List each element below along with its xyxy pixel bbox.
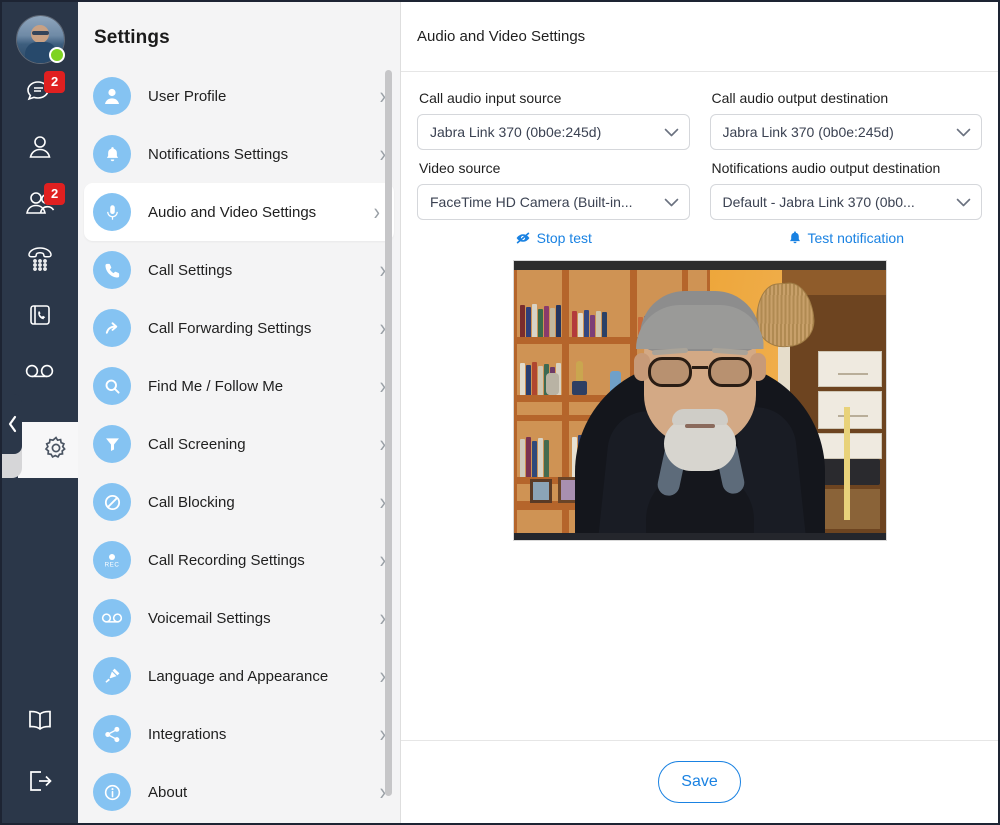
chevron-down-icon	[956, 124, 971, 140]
funnel-icon	[93, 425, 131, 463]
help-book-icon	[24, 708, 56, 734]
rail-item-groups[interactable]: 2	[2, 175, 78, 231]
camera-preview	[513, 260, 887, 541]
phone-icon	[93, 251, 131, 289]
rail-item-dialpad[interactable]	[2, 231, 78, 287]
primary-nav-rail: 2 2	[2, 2, 78, 823]
sidebar-item-audio-and-video-settings[interactable]: Audio and Video Settings ›	[84, 183, 394, 241]
stop-test-button[interactable]: Stop test	[417, 230, 690, 246]
groups-badge: 2	[44, 183, 65, 205]
sidebar-item-label: Voicemail Settings	[148, 610, 380, 627]
status-online-dot	[49, 47, 65, 63]
rail-item-voicemail[interactable]	[2, 343, 78, 399]
settings-form: Call audio input source Jabra Link 370 (…	[401, 72, 998, 740]
sidebar-item-label: Find Me / Follow Me	[148, 378, 380, 395]
form-footer: Save	[401, 740, 998, 823]
voicemail-icon	[24, 362, 56, 380]
sidebar-item-label: Integrations	[148, 726, 380, 743]
messages-badge: 2	[44, 71, 65, 93]
test-notification-button[interactable]: Test notification	[710, 230, 983, 246]
sidebar-item-about[interactable]: About ›	[78, 763, 400, 821]
svg-text:REC: REC	[105, 562, 120, 569]
logout-icon	[25, 768, 55, 794]
settings-gear-icon	[42, 434, 70, 467]
rail-item-logout[interactable]	[2, 753, 78, 809]
application-window: 2 2	[0, 0, 1000, 825]
sidebar-item-label: Audio and Video Settings	[148, 204, 374, 221]
rail-item-messages[interactable]: 2	[2, 63, 78, 119]
block-icon	[93, 483, 131, 521]
settings-panel: Settings User Profile › Notifications Se…	[78, 2, 401, 823]
person-icon	[93, 77, 131, 115]
eye-slash-icon	[515, 231, 531, 245]
sidebar-item-call-forwarding-settings[interactable]: Call Forwarding Settings ›	[78, 299, 400, 357]
avatar[interactable]	[17, 16, 64, 63]
settings-panel-title: Settings	[78, 2, 400, 67]
sidebar-item-call-screening[interactable]: Call Screening ›	[78, 415, 400, 473]
test-notification-label: Test notification	[808, 230, 905, 246]
record-icon: REC	[93, 541, 131, 579]
sidebar-item-label: About	[148, 784, 380, 801]
voicemail-icon	[93, 599, 131, 637]
audio-output-label: Call audio output destination	[712, 90, 983, 106]
video-source-select[interactable]: FaceTime HD Camera (Built-in...	[417, 184, 690, 220]
sidebar-item-label: Call Forwarding Settings	[148, 320, 380, 337]
notifications-output-select[interactable]: Default - Jabra Link 370 (0b0...	[710, 184, 983, 220]
page-title: Audio and Video Settings	[401, 2, 998, 72]
video-source-label: Video source	[419, 160, 690, 176]
sidebar-item-label: Call Blocking	[148, 494, 380, 511]
settings-list-scrollbar[interactable]	[385, 70, 392, 796]
notifications-output-value: Default - Jabra Link 370 (0b0...	[723, 194, 949, 210]
save-button[interactable]: Save	[658, 761, 741, 803]
sidebar-item-language-and-appearance[interactable]: Language and Appearance ›	[78, 647, 400, 705]
contacts-icon	[26, 133, 54, 161]
sidebar-item-find-me-follow-me[interactable]: Find Me / Follow Me ›	[78, 357, 400, 415]
sidebar-item-call-recording-settings[interactable]: REC Call Recording Settings ›	[78, 531, 400, 589]
main-content: Audio and Video Settings Call audio inpu…	[401, 2, 998, 823]
chevron-down-icon	[956, 194, 971, 210]
audio-input-label: Call audio input source	[419, 90, 690, 106]
audio-input-value: Jabra Link 370 (0b0e:245d)	[430, 124, 656, 140]
sidebar-item-label: Language and Appearance	[148, 668, 380, 685]
stop-test-label: Stop test	[537, 230, 592, 246]
sidebar-item-label: Notifications Settings	[148, 146, 380, 163]
paintbrush-icon	[93, 657, 131, 695]
sidebar-item-call-blocking[interactable]: Call Blocking ›	[78, 473, 400, 531]
audio-input-select[interactable]: Jabra Link 370 (0b0e:245d)	[417, 114, 690, 150]
settings-list: User Profile › Notifications Settings › …	[78, 67, 400, 823]
chevron-right-icon: ›	[374, 200, 380, 224]
audio-output-select[interactable]: Jabra Link 370 (0b0e:245d)	[710, 114, 983, 150]
sidebar-item-voicemail-settings[interactable]: Voicemail Settings ›	[78, 589, 400, 647]
sidebar-item-label: Call Recording Settings	[148, 552, 380, 569]
rail-item-contacts[interactable]	[2, 119, 78, 175]
microphone-icon	[93, 193, 131, 231]
sidebar-item-integrations[interactable]: Integrations ›	[78, 705, 400, 763]
sidebar-item-user-profile[interactable]: User Profile ›	[78, 67, 400, 125]
audio-output-value: Jabra Link 370 (0b0e:245d)	[723, 124, 949, 140]
collapse-sidebar-button[interactable]	[2, 394, 22, 454]
bell-icon	[93, 135, 131, 173]
video-source-value: FaceTime HD Camera (Built-in...	[430, 194, 656, 210]
search-icon	[93, 367, 131, 405]
notifications-output-label: Notifications audio output destination	[712, 160, 983, 176]
share-icon	[93, 715, 131, 753]
sidebar-item-call-settings[interactable]: Call Settings ›	[78, 241, 400, 299]
info-icon	[93, 773, 131, 811]
bell-icon	[788, 230, 802, 246]
chevron-down-icon	[664, 124, 679, 140]
sidebar-item-notifications-settings[interactable]: Notifications Settings ›	[78, 125, 400, 183]
sidebar-item-label: Call Screening	[148, 436, 380, 453]
forward-arrow-icon	[93, 309, 131, 347]
sidebar-item-label: User Profile	[148, 88, 380, 105]
chevron-down-icon	[664, 194, 679, 210]
rail-item-call-history[interactable]	[2, 287, 78, 343]
rail-item-help[interactable]	[2, 693, 78, 749]
dialpad-icon	[24, 244, 56, 274]
call-history-icon	[26, 301, 54, 329]
sidebar-item-label: Call Settings	[148, 262, 380, 279]
